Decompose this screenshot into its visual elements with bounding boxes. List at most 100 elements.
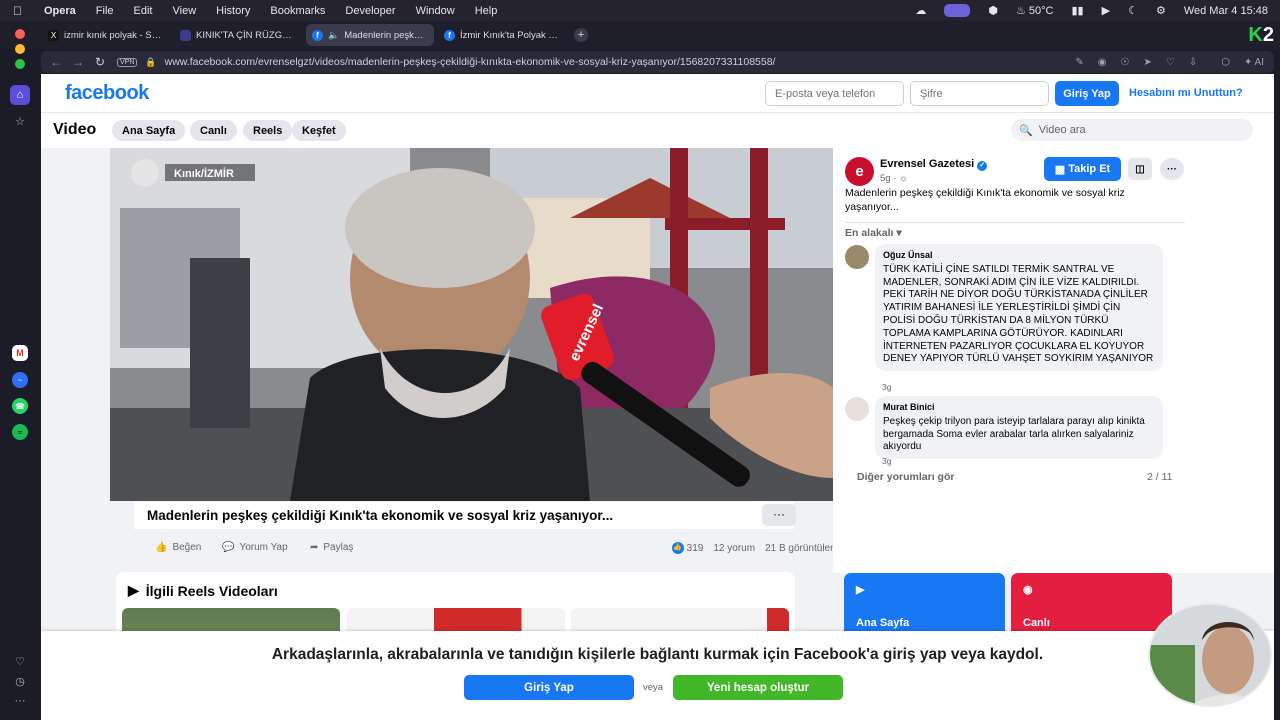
menu-file[interactable]: File bbox=[96, 5, 114, 17]
video-actions: 👍 Beğen 💬 Yorum Yap ➦ Paylaş 👍 319 12 yorum … bbox=[134, 530, 844, 564]
shield-icon[interactable]: ☉ bbox=[1120, 57, 1129, 68]
history-icon[interactable]: ◷ bbox=[10, 671, 30, 691]
more-icon[interactable]: ··· bbox=[10, 691, 30, 711]
video-player[interactable]: evrensel Kınık/İZMİR bbox=[110, 148, 833, 501]
password-field[interactable] bbox=[910, 81, 1049, 106]
like-button[interactable]: 👍 Beğen bbox=[155, 542, 201, 553]
gmail-icon[interactable]: M bbox=[12, 345, 28, 361]
cloud-icon[interactable]: ☁ bbox=[915, 4, 926, 17]
edit-icon[interactable]: ✎ bbox=[1075, 57, 1083, 68]
cube-icon[interactable]: ⬡ bbox=[1221, 57, 1230, 68]
forgot-account-link[interactable]: Hesabını mı Unuttun? bbox=[1129, 87, 1243, 99]
heart-icon[interactable]: ♡ bbox=[10, 651, 30, 671]
tab-kinik-cin[interactable]: KINIK'TA ÇİN RÜZGARI bbox=[174, 24, 302, 46]
chip-live[interactable]: Canlı bbox=[190, 120, 237, 141]
play-icon[interactable]: ▶ bbox=[1102, 4, 1110, 17]
email-field[interactable] bbox=[765, 81, 904, 106]
extension-icon[interactable]: ⬢ bbox=[988, 4, 998, 17]
macos-menubar:  Opera File Edit View History Bookmarks… bbox=[0, 0, 1280, 21]
facebook-icon: f bbox=[312, 29, 323, 41]
heart-icon[interactable]: ♡ bbox=[1166, 57, 1175, 68]
lock-icon[interactable]: 🔒 bbox=[145, 57, 156, 68]
messenger-icon[interactable]: ~ bbox=[12, 372, 28, 388]
comment-sort[interactable]: En alakalı ▾ bbox=[845, 227, 902, 239]
menu-edit[interactable]: Edit bbox=[134, 5, 153, 17]
share-label: Paylaş bbox=[323, 542, 354, 553]
page-name[interactable]: Evrensel Gazetesi bbox=[880, 158, 974, 170]
location-tag: Kınık/İZMİR bbox=[174, 167, 234, 180]
reaction-count[interactable]: 👍 319 bbox=[671, 542, 703, 554]
minimize-window-button[interactable] bbox=[15, 44, 25, 54]
tab-madenlerin-active[interactable]: f 🔈 Madenlerin peşkeş ç bbox=[306, 24, 434, 46]
bookmark-icon[interactable]: ☆ bbox=[10, 111, 30, 131]
save-icon[interactable]: ◫ bbox=[1128, 158, 1152, 180]
clock[interactable]: Wed Mar 4 15:48 bbox=[1184, 5, 1268, 17]
globe-icon: ☼ bbox=[899, 173, 908, 184]
follow-button[interactable]: ▩ Takip Et bbox=[1044, 157, 1121, 181]
comment-author[interactable]: Oğuz Ünsal bbox=[883, 249, 1155, 262]
avatar[interactable] bbox=[845, 245, 869, 269]
new-tab-button[interactable]: + bbox=[574, 28, 588, 42]
download-icon[interactable]: ⇩ bbox=[1189, 57, 1197, 68]
comment-button[interactable]: 💬 Yorum Yap bbox=[222, 542, 288, 553]
speaker-icon[interactable]: 🔈 bbox=[328, 30, 339, 41]
app-menu[interactable]: Opera bbox=[44, 5, 76, 17]
vpn-badge[interactable]: VPN bbox=[117, 57, 138, 67]
comment-time[interactable]: 3g bbox=[882, 382, 891, 392]
menu-help[interactable]: Help bbox=[475, 5, 498, 17]
comments-count[interactable]: 12 yorum bbox=[713, 543, 755, 554]
tab-izmir-kinik-polyak[interactable]: f İzmir Kınık'ta Polyak Ma bbox=[438, 24, 566, 46]
home-icon[interactable]: ⌂ bbox=[10, 85, 30, 105]
reload-icon[interactable]: ↻ bbox=[93, 55, 107, 69]
facebook-page: facebook Giriş Yap Hesabını mı Unuttun? … bbox=[41, 74, 1274, 720]
forward-icon[interactable]: → bbox=[71, 55, 85, 69]
post-time[interactable]: 5g bbox=[880, 173, 891, 184]
comment-author[interactable]: Murat Binici bbox=[883, 401, 1155, 414]
temperature-readout[interactable]: ♨ 50°C bbox=[1016, 4, 1054, 17]
camera-icon[interactable]: ◉ bbox=[1098, 57, 1107, 68]
tab-label: izmir kınık polyak - Sear bbox=[64, 29, 164, 41]
page-avatar[interactable]: e bbox=[845, 157, 874, 186]
more-options-icon[interactable]: ··· bbox=[1160, 158, 1184, 180]
share-button[interactable]: ➦ Paylaş bbox=[310, 542, 353, 553]
facebook-logo[interactable]: facebook bbox=[65, 82, 149, 105]
tab-x-search[interactable]: X izmir kınık polyak - Sear bbox=[42, 24, 170, 46]
webcam-image bbox=[1150, 605, 1270, 705]
zoom-window-button[interactable] bbox=[15, 59, 25, 69]
comment-time[interactable]: 3g bbox=[882, 456, 891, 466]
ai-button[interactable]: ✦ AI bbox=[1244, 57, 1264, 68]
video-search[interactable]: 🔍 Video ara bbox=[1011, 119, 1253, 141]
close-window-button[interactable] bbox=[15, 29, 25, 39]
verified-icon: ✓ bbox=[977, 161, 988, 171]
login-button[interactable]: Giriş Yap bbox=[464, 675, 634, 700]
video-more-button[interactable]: ··· bbox=[762, 504, 796, 526]
post-sidebar: e Evrensel Gazetesi ✓ 5g · ☼ ▩ Takip Et ◫… bbox=[833, 148, 1274, 573]
whatsapp-icon[interactable]: ☎ bbox=[12, 398, 28, 414]
chip-home[interactable]: Ana Sayfa bbox=[112, 120, 186, 141]
menu-developer[interactable]: Developer bbox=[345, 5, 395, 17]
screen-record-icon[interactable] bbox=[944, 4, 971, 17]
control-center-icon[interactable]: ⚙ bbox=[1156, 4, 1166, 17]
thermometer-icon: ♨ bbox=[1015, 5, 1029, 17]
signup-button[interactable]: Yeni hesap oluştur bbox=[673, 675, 843, 700]
avatar[interactable] bbox=[845, 397, 869, 421]
apple-menu-icon[interactable]:  bbox=[13, 4, 22, 18]
url-field[interactable]: www.facebook.com/evrenselgzt/videos/made… bbox=[165, 56, 776, 68]
login-prompt: Arkadaşlarınla, akrabalarınla ve tanıdığ… bbox=[41, 631, 1274, 720]
menu-window[interactable]: Window bbox=[416, 5, 455, 17]
chip-reels[interactable]: Reels bbox=[243, 120, 293, 141]
header-login-button[interactable]: Giriş Yap bbox=[1055, 81, 1119, 106]
comment-text: TÜRK KATİLİ ÇİNE SATILDI TERMİK SANTRAL … bbox=[883, 263, 1154, 365]
video-caption-bar: Madenlerin peşkeş çekildiği Kınık'ta eko… bbox=[134, 502, 796, 529]
back-icon[interactable]: ← bbox=[49, 55, 63, 69]
menu-bookmarks[interactable]: Bookmarks bbox=[270, 5, 325, 17]
moon-icon[interactable]: ☾ bbox=[1128, 4, 1138, 17]
chip-explore[interactable]: Keşfet bbox=[292, 120, 346, 141]
spotify-icon[interactable]: ≈ bbox=[12, 424, 28, 440]
menu-history[interactable]: History bbox=[216, 5, 250, 17]
send-icon[interactable]: ➤ bbox=[1143, 57, 1151, 68]
more-comments-link[interactable]: Diğer yorumları gör bbox=[857, 471, 954, 483]
battery-icon[interactable]: ▮▮ bbox=[1071, 4, 1083, 17]
menu-view[interactable]: View bbox=[173, 5, 197, 17]
reels-icon: ▶ bbox=[128, 582, 139, 598]
